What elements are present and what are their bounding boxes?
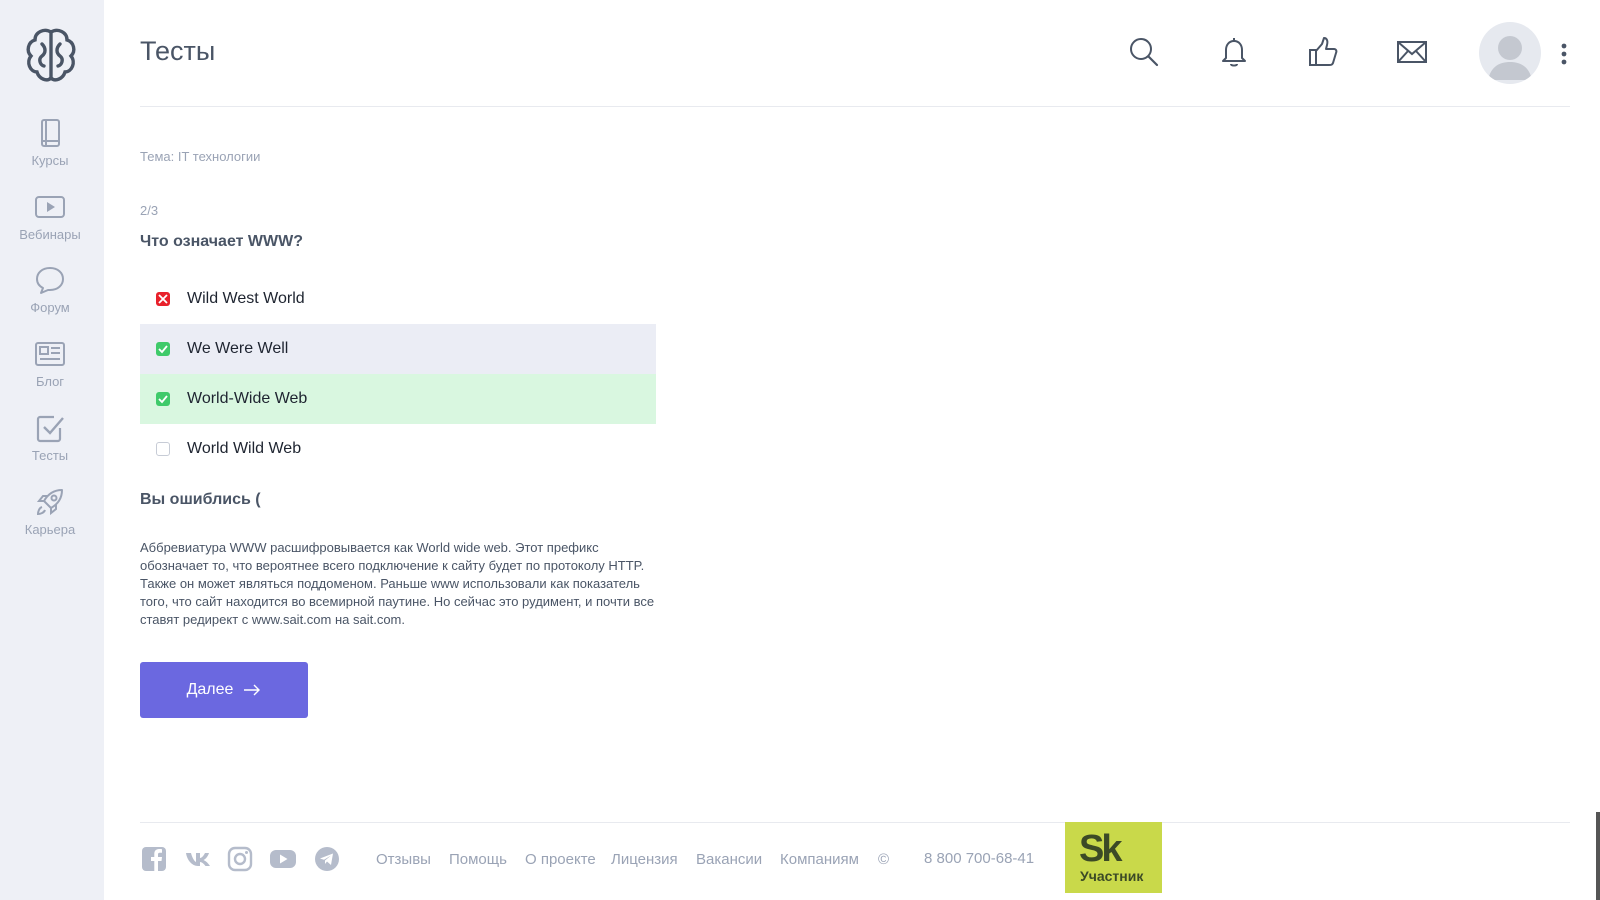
question-counter: 2/3 <box>140 203 159 218</box>
checkbox-icon <box>36 415 64 443</box>
sidebar-item-label: Карьера <box>24 522 76 537</box>
next-button[interactable]: Далее <box>140 662 308 718</box>
answer-option[interactable]: We Were Well <box>140 324 656 374</box>
footer-link-reviews[interactable]: Отзывы <box>376 851 431 868</box>
facebook-icon[interactable] <box>141 846 167 872</box>
skolkovo-badge[interactable]: Sk Участник <box>1065 822 1162 893</box>
answer-option[interactable]: World-Wide Web <box>140 374 656 424</box>
footer-link-companies[interactable]: Компаниям <box>780 851 859 868</box>
sidebar-item-courses[interactable]: Курсы <box>0 117 100 179</box>
answer-option[interactable]: Wild West World <box>140 274 656 324</box>
sidebar: Курсы Вебинары Форум Блог Тесты Карьера <box>0 0 104 900</box>
result-message: Вы ошиблись ( <box>140 491 261 508</box>
skolkovo-badge-text: Участник <box>1080 868 1144 884</box>
sidebar-item-label: Тесты <box>31 448 69 463</box>
answer-label: World-Wide Web <box>187 390 308 407</box>
footer-link-help[interactable]: Помощь <box>449 851 507 868</box>
sidebar-item-label: Форум <box>30 300 70 315</box>
vk-icon[interactable] <box>184 846 212 872</box>
sidebar-item-tests[interactable]: Тесты <box>0 412 100 474</box>
newspaper-icon <box>35 342 65 366</box>
answer-label: World Wild Web <box>187 440 302 457</box>
footer-link-vacancies[interactable]: Вакансии <box>696 851 762 868</box>
sidebar-item-forum[interactable]: Форум <box>0 264 100 326</box>
checked-checkbox-icon[interactable] <box>156 342 170 356</box>
arrow-right-icon <box>244 684 261 696</box>
answer-list: Wild West World We Were Well World-Wide … <box>140 274 656 474</box>
sidebar-item-label: Курсы <box>31 153 69 168</box>
page-title: Тесты <box>140 36 216 66</box>
thumbs-up-icon[interactable] <box>1307 36 1339 68</box>
answer-label: We Were Well <box>187 340 289 357</box>
rocket-icon <box>36 489 63 516</box>
checked-checkbox-icon[interactable] <box>156 392 170 406</box>
empty-checkbox-icon[interactable] <box>156 442 170 456</box>
question-text: Что означает WWW? <box>140 233 303 250</box>
sidebar-item-webinars[interactable]: Вебинары <box>0 191 100 253</box>
play-icon <box>35 196 65 218</box>
instagram-icon[interactable] <box>227 846 253 872</box>
footer-divider <box>140 822 1570 823</box>
answer-option[interactable]: World Wild Web <box>140 424 656 474</box>
sidebar-item-label: Блог <box>35 374 65 389</box>
skolkovo-logo: Sk <box>1079 828 1123 870</box>
chat-bubble-icon <box>36 267 64 294</box>
sidebar-item-blog[interactable]: Блог <box>0 338 100 400</box>
footer-link-license[interactable]: Лицензия <box>611 851 678 868</box>
search-icon[interactable] <box>1128 36 1160 68</box>
sidebar-item-career[interactable]: Карьера <box>0 486 100 548</box>
sidebar-item-label: Вебинары <box>19 227 81 242</box>
answer-explanation: Аббревиатура WWW расшифровывается как Wo… <box>140 540 655 627</box>
avatar[interactable] <box>1479 22 1541 84</box>
brain-logo-icon[interactable] <box>22 26 80 84</box>
quiz-theme: Тема: IT технологии <box>140 149 261 164</box>
mail-icon[interactable] <box>1396 36 1428 68</box>
next-button-label: Далее <box>186 681 234 698</box>
user-placeholder-icon <box>1488 36 1532 80</box>
more-menu-icon[interactable] <box>1560 42 1568 66</box>
wrong-checkbox-icon[interactable] <box>156 292 170 306</box>
footer-link-about[interactable]: О проекте <box>525 851 596 868</box>
header-divider <box>140 106 1570 107</box>
youtube-icon[interactable] <box>269 846 297 872</box>
scrollbar-thumb[interactable] <box>1596 812 1600 900</box>
bell-icon[interactable] <box>1218 36 1250 68</box>
copyright-mark: © <box>878 851 890 868</box>
answer-label: Wild West World <box>187 290 305 307</box>
book-icon <box>41 119 60 147</box>
telegram-icon[interactable] <box>314 846 340 872</box>
footer-phone[interactable]: 8 800 700-68-41 <box>924 850 1034 867</box>
